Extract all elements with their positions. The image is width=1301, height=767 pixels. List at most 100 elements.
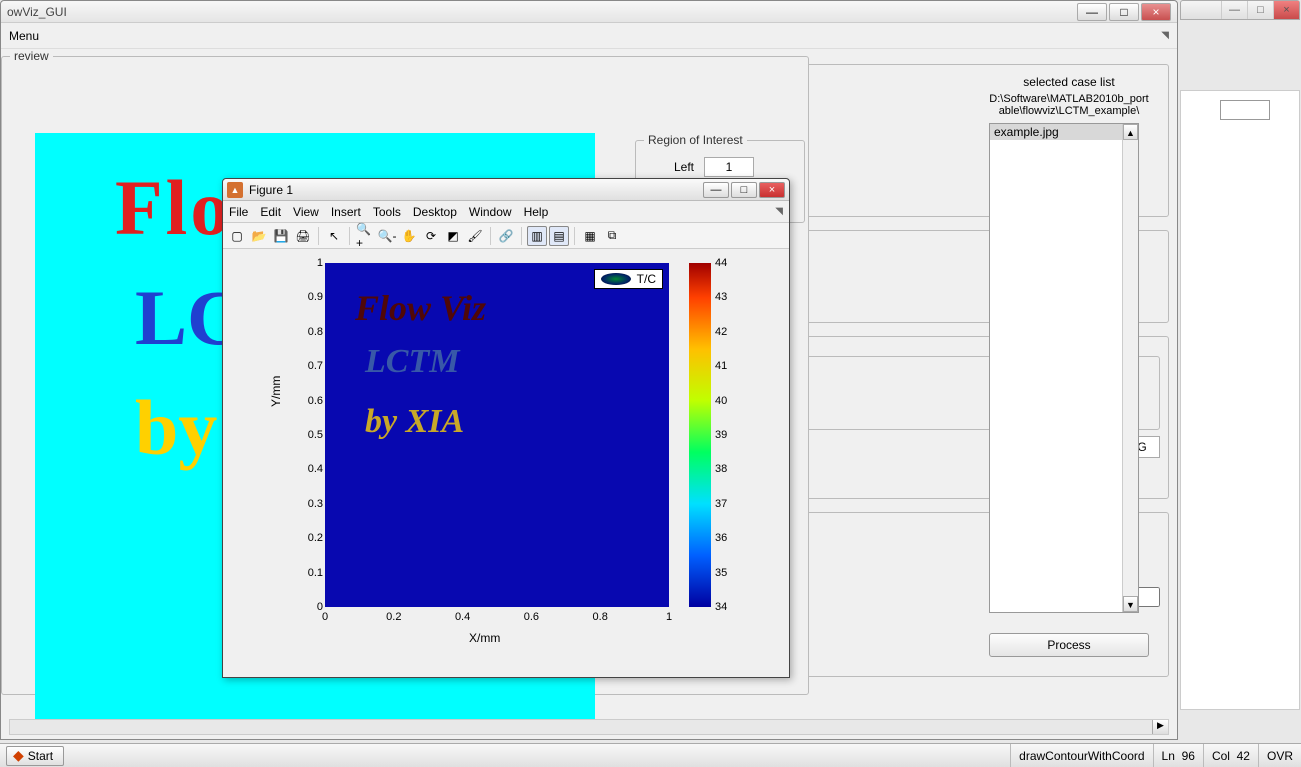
colorbar-tick: 39 xyxy=(715,429,727,441)
new-figure-icon[interactable]: ▢ xyxy=(227,226,247,246)
plot-text-2: LCTM xyxy=(365,343,459,381)
figure-menu-help[interactable]: Help xyxy=(524,205,549,219)
colorbar-tick: 35 xyxy=(715,567,727,579)
main-minimize-button[interactable]: — xyxy=(1077,3,1107,21)
chart-legend[interactable]: T/C xyxy=(594,269,663,289)
figure-menu-window[interactable]: Window xyxy=(469,205,512,219)
menubar-dropdown-icon[interactable]: ◥ xyxy=(1161,30,1169,41)
insert-colorbar-icon[interactable]: ▥ xyxy=(527,226,547,246)
figure-maximize-button[interactable]: □ xyxy=(731,182,757,198)
background-pane xyxy=(1180,90,1300,710)
save-icon[interactable]: 💾 xyxy=(271,226,291,246)
hide-tools-icon[interactable]: ▦ xyxy=(580,226,600,246)
legend-label: T/C xyxy=(637,272,656,286)
chart-ytick: 0.9 xyxy=(299,291,323,303)
link-icon[interactable]: 🔗 xyxy=(496,226,516,246)
figure-menu-desktop[interactable]: Desktop xyxy=(413,205,457,219)
scroll-up-icon[interactable]: ▲ xyxy=(1123,124,1138,140)
pointer-icon[interactable]: ↖ xyxy=(324,226,344,246)
chart-ytick: 0.8 xyxy=(299,326,323,338)
bg-min-button[interactable]: — xyxy=(1221,1,1247,19)
figure-close-button[interactable]: × xyxy=(759,182,785,198)
figure-menu-insert[interactable]: Insert xyxy=(331,205,361,219)
rotate-icon[interactable]: ⟳ xyxy=(421,226,441,246)
listbox-scrollbar[interactable]: ▲ ▼ xyxy=(1122,124,1138,612)
scroll-down-icon[interactable]: ▼ xyxy=(1123,596,1138,612)
figure-menu-file[interactable]: File xyxy=(229,205,248,219)
colorbar-tick: 43 xyxy=(715,291,727,303)
chart-ytick: 1 xyxy=(299,257,323,269)
figure-toolbar: ▢ 📂 💾 🖨 ↖ 🔍+ 🔍- ✋ ⟳ ◩ 🖌 🔗 ▥ ▤ ▦ ⧉ xyxy=(223,223,789,249)
chart-xlabel: X/mm xyxy=(469,631,500,645)
case-list-item[interactable]: example.jpg xyxy=(990,124,1138,140)
main-titlebar[interactable]: owViz_GUI — □ × xyxy=(1,1,1177,23)
colorbar-tick: 34 xyxy=(715,601,727,613)
status-function: drawContourWithCoord xyxy=(1010,744,1152,767)
colorbar-tick: 44 xyxy=(715,257,727,269)
start-label: Start xyxy=(28,749,53,763)
toolbar-separator xyxy=(349,227,350,245)
matlab-icon: ▲ xyxy=(227,182,243,198)
toolbar-separator xyxy=(521,227,522,245)
main-close-button[interactable]: × xyxy=(1141,3,1171,21)
figure-menubar: File Edit View Insert Tools Desktop Wind… xyxy=(223,201,789,223)
main-horizontal-scrollbar[interactable]: ▶ xyxy=(9,719,1169,735)
figure-minimize-button[interactable]: — xyxy=(703,182,729,198)
open-icon[interactable]: 📂 xyxy=(249,226,269,246)
start-button[interactable]: ◆ Start xyxy=(6,746,64,766)
toolbar-separator xyxy=(318,227,319,245)
chart-ytick: 0.1 xyxy=(299,567,323,579)
figure-titlebar[interactable]: ▲ Figure 1 — □ × xyxy=(223,179,789,201)
colorbar-tick: 36 xyxy=(715,532,727,544)
bg-close-button[interactable]: × xyxy=(1273,1,1299,19)
preview-text-3: by xyxy=(135,383,217,473)
chart-ytick: 0.2 xyxy=(299,532,323,544)
chart-colorbar[interactable] xyxy=(689,263,711,607)
insert-legend-icon[interactable]: ▤ xyxy=(549,226,569,246)
zoom-out-icon[interactable]: 🔍- xyxy=(377,226,397,246)
chart-ytick: 0.4 xyxy=(299,463,323,475)
toolbar-separator xyxy=(490,227,491,245)
status-col: Col 42 xyxy=(1203,744,1258,767)
toolbar-separator xyxy=(574,227,575,245)
figure-menu-edit[interactable]: Edit xyxy=(260,205,281,219)
menu-menu[interactable]: Menu xyxy=(9,29,39,43)
brush-icon[interactable]: 🖌 xyxy=(465,226,485,246)
pan-icon[interactable]: ✋ xyxy=(399,226,419,246)
status-ovr: OVR xyxy=(1258,744,1301,767)
dock-icon[interactable]: ⧉ xyxy=(602,226,622,246)
chart-ytick: 0.5 xyxy=(299,429,323,441)
process-button[interactable]: Process xyxy=(989,633,1149,657)
start-logo-icon: ◆ xyxy=(13,747,24,764)
figure-menu-view[interactable]: View xyxy=(293,205,319,219)
colorbar-tick: 42 xyxy=(715,326,727,338)
bg-max-button[interactable]: □ xyxy=(1247,1,1273,19)
plot-text-1: Flow Viz xyxy=(355,287,486,329)
roi-left-label: Left xyxy=(644,160,694,174)
chart-xtick: 0.6 xyxy=(516,611,546,623)
case-listbox[interactable]: example.jpg ▲ ▼ xyxy=(989,123,1139,613)
plot-text-3: by XIA xyxy=(365,403,464,441)
chart-xtick: 1 xyxy=(654,611,684,623)
main-menubar: Menu ◥ xyxy=(1,23,1177,49)
chart-xtick: 0.2 xyxy=(379,611,409,623)
background-window-titlebar: — □ × xyxy=(1180,0,1300,20)
roi-left-input[interactable] xyxy=(704,157,754,177)
hscroll-right-icon[interactable]: ▶ xyxy=(1152,720,1168,734)
figure-window: ▲ Figure 1 — □ × File Edit View Insert T… xyxy=(222,178,790,678)
print-icon[interactable]: 🖨 xyxy=(293,226,313,246)
datacursor-icon[interactable]: ◩ xyxy=(443,226,463,246)
chart-ytick: 0.7 xyxy=(299,360,323,372)
chart-ytick: 0.6 xyxy=(299,395,323,407)
chart-plot-area[interactable]: Flow Viz LCTM by XIA T/C xyxy=(325,263,669,607)
chart-ylabel: Y/mm xyxy=(269,376,283,407)
case-list-title: selected case list xyxy=(989,75,1149,89)
main-maximize-button[interactable]: □ xyxy=(1109,3,1139,21)
zoom-in-icon[interactable]: 🔍+ xyxy=(355,226,375,246)
legend-swatch-icon xyxy=(601,273,631,285)
taskbar: ◆ Start drawContourWithCoord Ln 96 Col 4… xyxy=(0,743,1301,767)
colorbar-tick: 37 xyxy=(715,498,727,510)
figure-menu-tools[interactable]: Tools xyxy=(373,205,401,219)
colorbar-tick: 41 xyxy=(715,360,727,372)
figure-menu-arrow-icon[interactable]: ◥ xyxy=(775,206,783,217)
